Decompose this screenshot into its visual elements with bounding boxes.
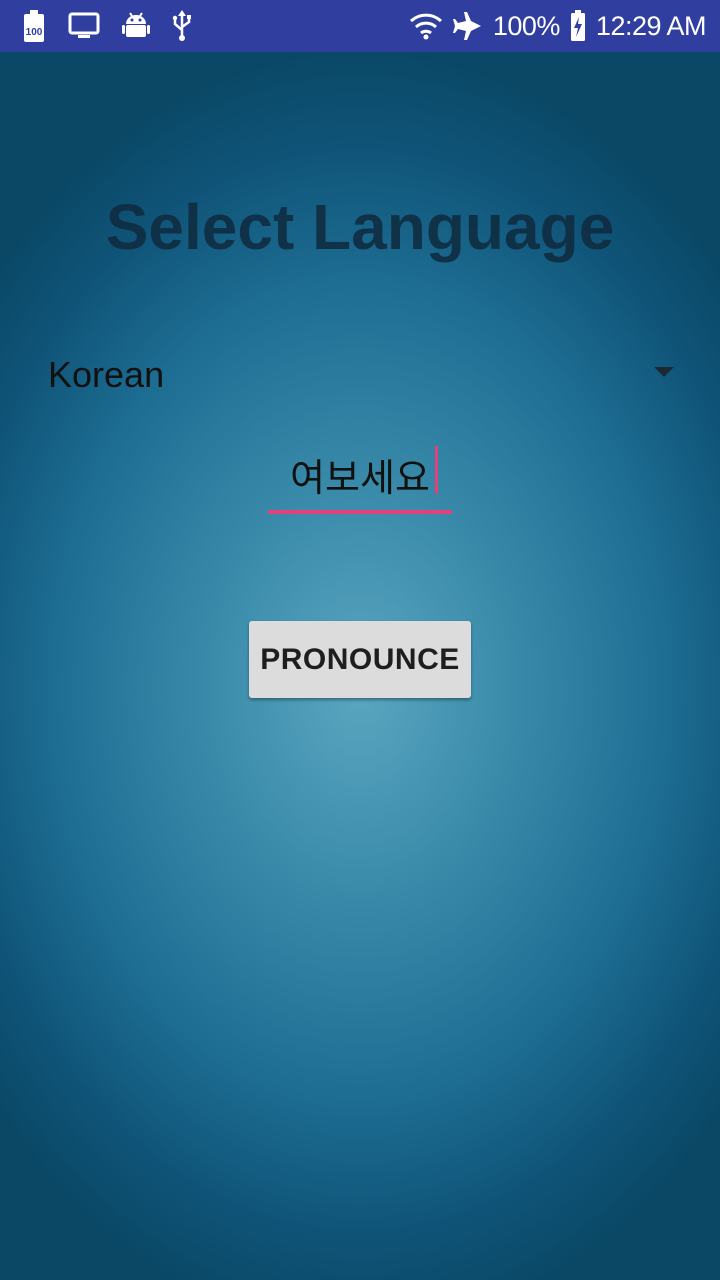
status-right-icons: 100% 12:29 AM	[409, 8, 707, 44]
phrase-input-container	[268, 440, 452, 516]
phrase-input[interactable]	[268, 440, 452, 508]
usb-icon	[172, 10, 192, 42]
language-spinner[interactable]: Korean	[48, 346, 680, 406]
text-cursor	[435, 446, 438, 494]
status-time: 12:29 AM	[595, 10, 707, 41]
status-left-icons: 100	[22, 8, 192, 44]
pronounce-button[interactable]: PRONOUNCE	[249, 621, 471, 698]
app-screen: 100 100% 12:29 AM Select Language Korean…	[0, 0, 720, 1280]
monitor-icon	[68, 12, 100, 40]
battery-percent: 100%	[492, 10, 561, 41]
dropdown-arrow-icon	[654, 367, 674, 377]
android-icon	[122, 11, 150, 41]
airplane-icon	[452, 11, 483, 41]
wifi-icon	[409, 12, 443, 40]
battery-charging-icon	[570, 10, 586, 42]
battery-100-icon: 100	[22, 9, 46, 43]
page-title: Select Language	[105, 191, 615, 263]
svg-text:100: 100	[26, 27, 43, 38]
status-bar: 100 100% 12:29 AM	[0, 0, 720, 52]
spinner-selected-value: Korean	[48, 354, 165, 395]
input-underline	[268, 510, 452, 514]
